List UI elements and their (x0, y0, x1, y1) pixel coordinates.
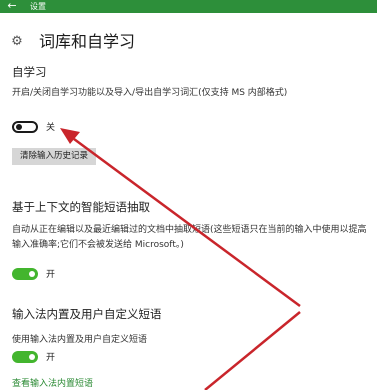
view-builtin-phrases-link[interactable]: 查看输入法内置短语 (12, 378, 93, 390)
phrase-extraction-toggle-label: 开 (46, 270, 56, 280)
phrase-extraction-toggle[interactable] (12, 268, 38, 280)
phrase-extraction-description: 自动从正在编辑以及最近编辑过的文档中抽取短语(这些短语只在当前的输入中使用以提高… (12, 225, 367, 250)
builtin-phrases-heading: 输入法内置及用户自定义短语 (12, 307, 162, 321)
self-learning-toggle-label: 关 (46, 123, 56, 133)
builtin-phrases-toggle-label: 开 (46, 353, 56, 363)
toggle-knob (16, 124, 22, 130)
back-arrow-icon[interactable]: ← (4, 0, 20, 13)
annotation-arrows (60, 128, 301, 390)
toggle-knob (29, 354, 35, 360)
annotation-arrowhead (60, 128, 80, 144)
page-header: ⚙ 词库和自学习 (10, 30, 135, 54)
self-learning-toggle[interactable] (12, 121, 38, 133)
page-title: 词库和自学习 (39, 32, 136, 51)
builtin-phrases-description: 使用输入法内置及用户自定义短语 (12, 335, 148, 345)
toggle-knob (29, 271, 35, 277)
self-learning-heading: 自学习 (12, 65, 47, 79)
annotation-arrow-line (204, 311, 301, 390)
self-learning-description: 开启/关闭自学习功能以及导入/导出自学习词汇(仅支持 MS 内部格式) (12, 88, 288, 98)
clear-history-button[interactable]: 清除输入历史记录 (12, 148, 96, 165)
window-title: 设置 (30, 2, 46, 11)
phrase-extraction-heading: 基于上下文的智能短语抽取 (12, 200, 150, 214)
gear-icon: ⚙ (11, 34, 23, 49)
title-bar: ← 设置 (0, 0, 377, 13)
builtin-phrases-toggle[interactable] (12, 351, 38, 363)
